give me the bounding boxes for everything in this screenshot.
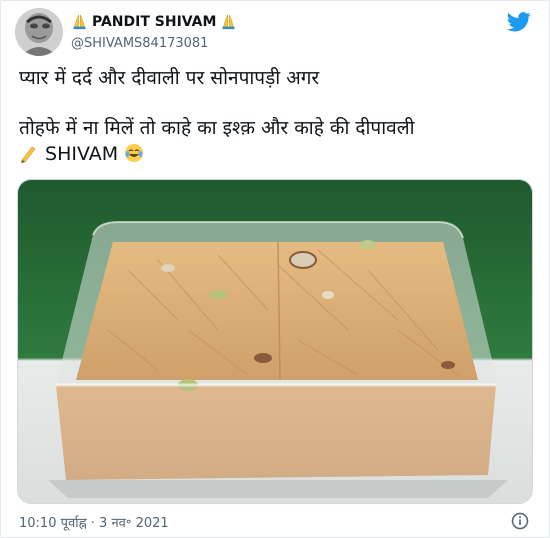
tweet-card: PANDIT SHIVAM @SHIVAMS84173081 प्यार में… [0, 0, 550, 538]
tweet-line-2: तोहफे में ना मिलें तो काहे का इश्क़ और क… [19, 117, 415, 139]
avatar[interactable] [15, 8, 63, 56]
folded-hands-icon [73, 14, 86, 30]
folded-hands-icon [223, 14, 235, 30]
tears-of-joy-icon [125, 144, 144, 162]
display-name[interactable]: PANDIT SHIVAM [92, 14, 216, 30]
info-icon[interactable] [511, 512, 529, 530]
soan-papdi-photo [18, 180, 532, 503]
tweet-text: प्यार में दर्द और दीवाली पर सोनपापड़ी अग… [19, 65, 534, 167]
signature: SHIVAM [45, 143, 119, 165]
tweet-media-image[interactable] [17, 179, 533, 504]
tweet-line-1: प्यार में दर्द और दीवाली पर सोनपापड़ी अग… [19, 67, 320, 89]
author-name-row[interactable]: PANDIT SHIVAM [71, 13, 237, 30]
tweet-signature-line: SHIVAM [19, 141, 534, 167]
author-handle[interactable]: @SHIVAMS84173081 [71, 36, 208, 51]
writing-hand-icon [21, 146, 36, 163]
tweet-timestamp[interactable]: 10:10 पूर्वाह्न · 3 नव॰ 2021 [19, 513, 169, 531]
twitter-bird-icon[interactable] [507, 11, 531, 33]
